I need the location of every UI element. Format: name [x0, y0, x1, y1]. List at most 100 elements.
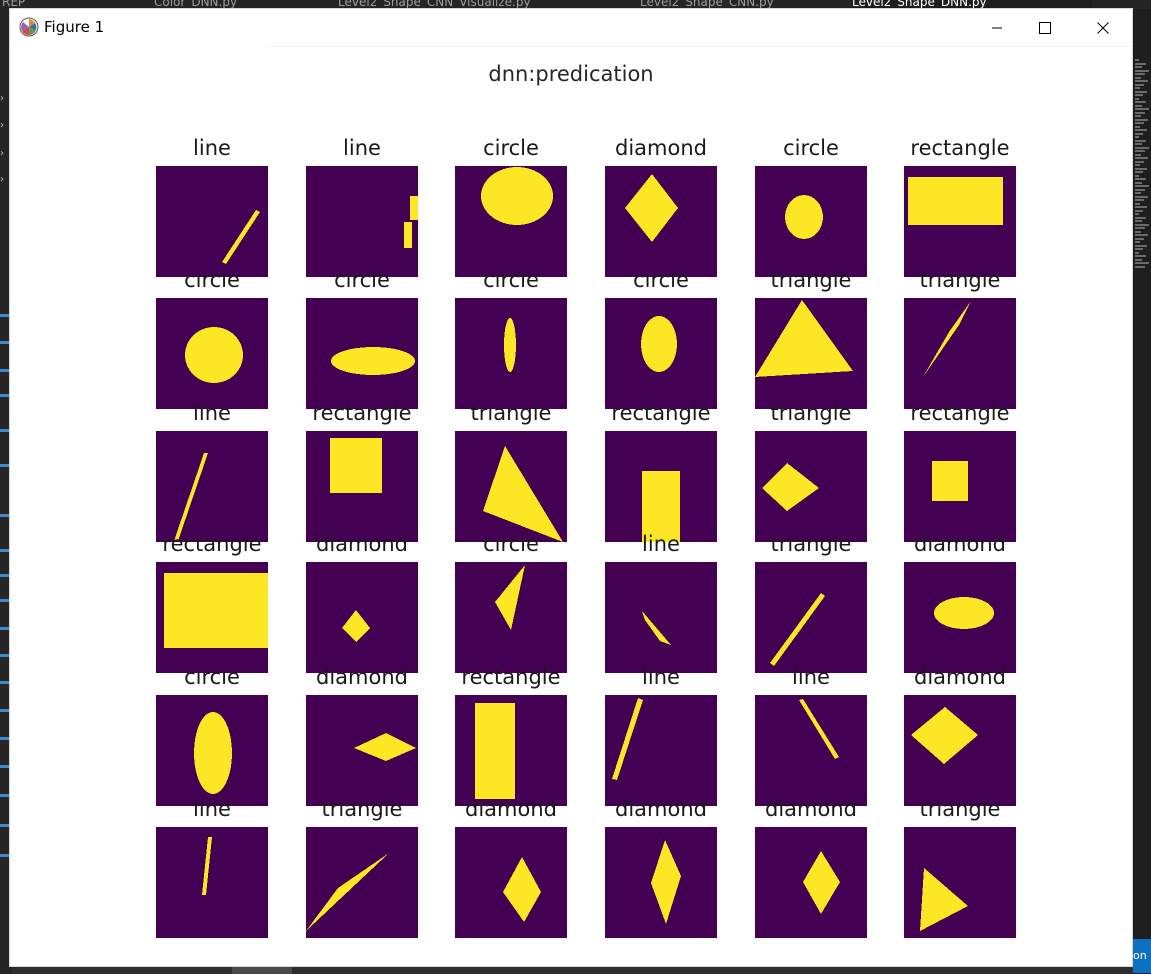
- minimap-line: [1135, 202, 1140, 205]
- chevron-right-icon[interactable]: ›: [0, 175, 9, 185]
- subplot-image: [156, 431, 268, 542]
- file-icon: [0, 709, 9, 712]
- figure-suptitle: dnn:predication: [488, 62, 654, 86]
- minimap-line: [1135, 87, 1140, 89]
- subplot: circle: [755, 136, 867, 277]
- minimap-line: [1135, 178, 1146, 180]
- file-icon: [0, 314, 9, 317]
- subplot-title: diamond: [465, 797, 557, 821]
- subplot-image: [904, 298, 1016, 409]
- subplot: rectangle: [605, 401, 717, 542]
- minimap-line: [1135, 213, 1139, 215]
- file-icon: [0, 574, 9, 577]
- minimap-line: [1135, 150, 1145, 152]
- minimap-line: [1135, 216, 1146, 219]
- subplot-title: triangle: [470, 401, 552, 425]
- chevron-right-icon[interactable]: ›: [0, 149, 9, 159]
- subplot-image: [605, 827, 717, 938]
- subplot-image: [755, 562, 867, 673]
- file-icon: [0, 794, 9, 797]
- subplot: rectangle: [306, 401, 418, 542]
- subplot-image: [455, 695, 567, 806]
- subplot-image: [306, 431, 418, 542]
- subplot: diamond: [605, 136, 717, 277]
- status-button[interactable]: on: [1133, 939, 1151, 973]
- minimap-line: [1135, 157, 1148, 159]
- minimap-line: [1135, 255, 1146, 257]
- minimap-line: [1135, 244, 1147, 247]
- minimap-line: [1135, 248, 1143, 250]
- subplot-image: [455, 827, 567, 938]
- minimap-line: [1135, 160, 1144, 163]
- subplot-image: [904, 827, 1016, 938]
- subplot-title: triangle: [770, 268, 852, 292]
- subplot: triangle: [306, 797, 418, 938]
- subplot-image: [605, 695, 717, 806]
- file-icon: [0, 341, 9, 344]
- minimap-line: [1135, 164, 1140, 166]
- subplot: rectangle: [904, 136, 1016, 277]
- file-icon: [0, 681, 9, 684]
- minimize-icon: [991, 19, 1003, 38]
- subplot-image: [605, 166, 717, 277]
- maximize-button[interactable]: [1016, 9, 1074, 47]
- editor-minimap: on: [1133, 9, 1151, 974]
- minimap-line: [1135, 167, 1147, 170]
- subplot: triangle: [755, 268, 867, 409]
- subplot-image: [605, 298, 717, 409]
- minimap-line: [1135, 146, 1149, 149]
- subplot: diamond: [306, 665, 418, 806]
- subplot-title: circle: [483, 136, 539, 160]
- subplot-title: triangle: [770, 532, 852, 556]
- subplot: diamond: [455, 797, 567, 938]
- subplot-image: [156, 298, 268, 409]
- subplot: circle: [306, 268, 418, 409]
- subplot: circle: [605, 268, 717, 409]
- toolbar-divider: [268, 46, 1132, 47]
- subplot: line: [156, 797, 268, 938]
- subplot-title: rectangle: [312, 401, 412, 425]
- minimap-line: [1135, 139, 1146, 142]
- subplot: triangle: [455, 401, 567, 542]
- minimap-line: [1135, 94, 1143, 96]
- maximize-icon: [1039, 19, 1051, 38]
- subplot: diamond: [904, 665, 1016, 806]
- file-icon: [0, 737, 9, 740]
- subplot-image: [904, 166, 1016, 277]
- file-icon: [0, 514, 9, 517]
- subplot-image: [306, 827, 418, 938]
- minimap-line: [1135, 199, 1144, 201]
- subplot-title: circle: [483, 268, 539, 292]
- subplot-title: line: [792, 665, 830, 689]
- minimap-line: [1135, 90, 1147, 93]
- close-button[interactable]: [1074, 9, 1132, 47]
- minimap-line: [1135, 251, 1139, 254]
- minimap-line: [1135, 62, 1146, 65]
- minimap-line: [1135, 223, 1149, 226]
- subplot-title: line: [193, 401, 231, 425]
- subplot-title: triangle: [919, 268, 1001, 292]
- subplot-title: diamond: [615, 136, 707, 160]
- minimap-line: [1135, 76, 1141, 79]
- minimap-line: [1135, 195, 1148, 198]
- window-titlebar[interactable]: Figure 1: [10, 9, 1132, 47]
- scrollbar-thumb[interactable]: [232, 966, 292, 974]
- minimap-line: [1135, 111, 1145, 114]
- minimap-line: [1135, 220, 1142, 222]
- chevron-right-icon[interactable]: ›: [0, 94, 9, 104]
- subplot-title: line: [193, 797, 231, 821]
- close-icon: [1097, 19, 1109, 38]
- subplot: line: [156, 136, 268, 277]
- subplot-image: [755, 695, 867, 806]
- subplot-title: rectangle: [461, 665, 561, 689]
- minimap-line: [1135, 174, 1139, 177]
- chevron-right-icon[interactable]: ›: [0, 121, 9, 131]
- subplot-title: triangle: [919, 797, 1001, 821]
- minimap-line: [1135, 83, 1144, 86]
- subplot-image: [904, 562, 1016, 673]
- file-icon: [0, 369, 9, 372]
- subplot: circle: [455, 136, 567, 277]
- file-icon: [0, 599, 9, 602]
- subplot-title: line: [642, 665, 680, 689]
- minimap-line: [1135, 136, 1139, 138]
